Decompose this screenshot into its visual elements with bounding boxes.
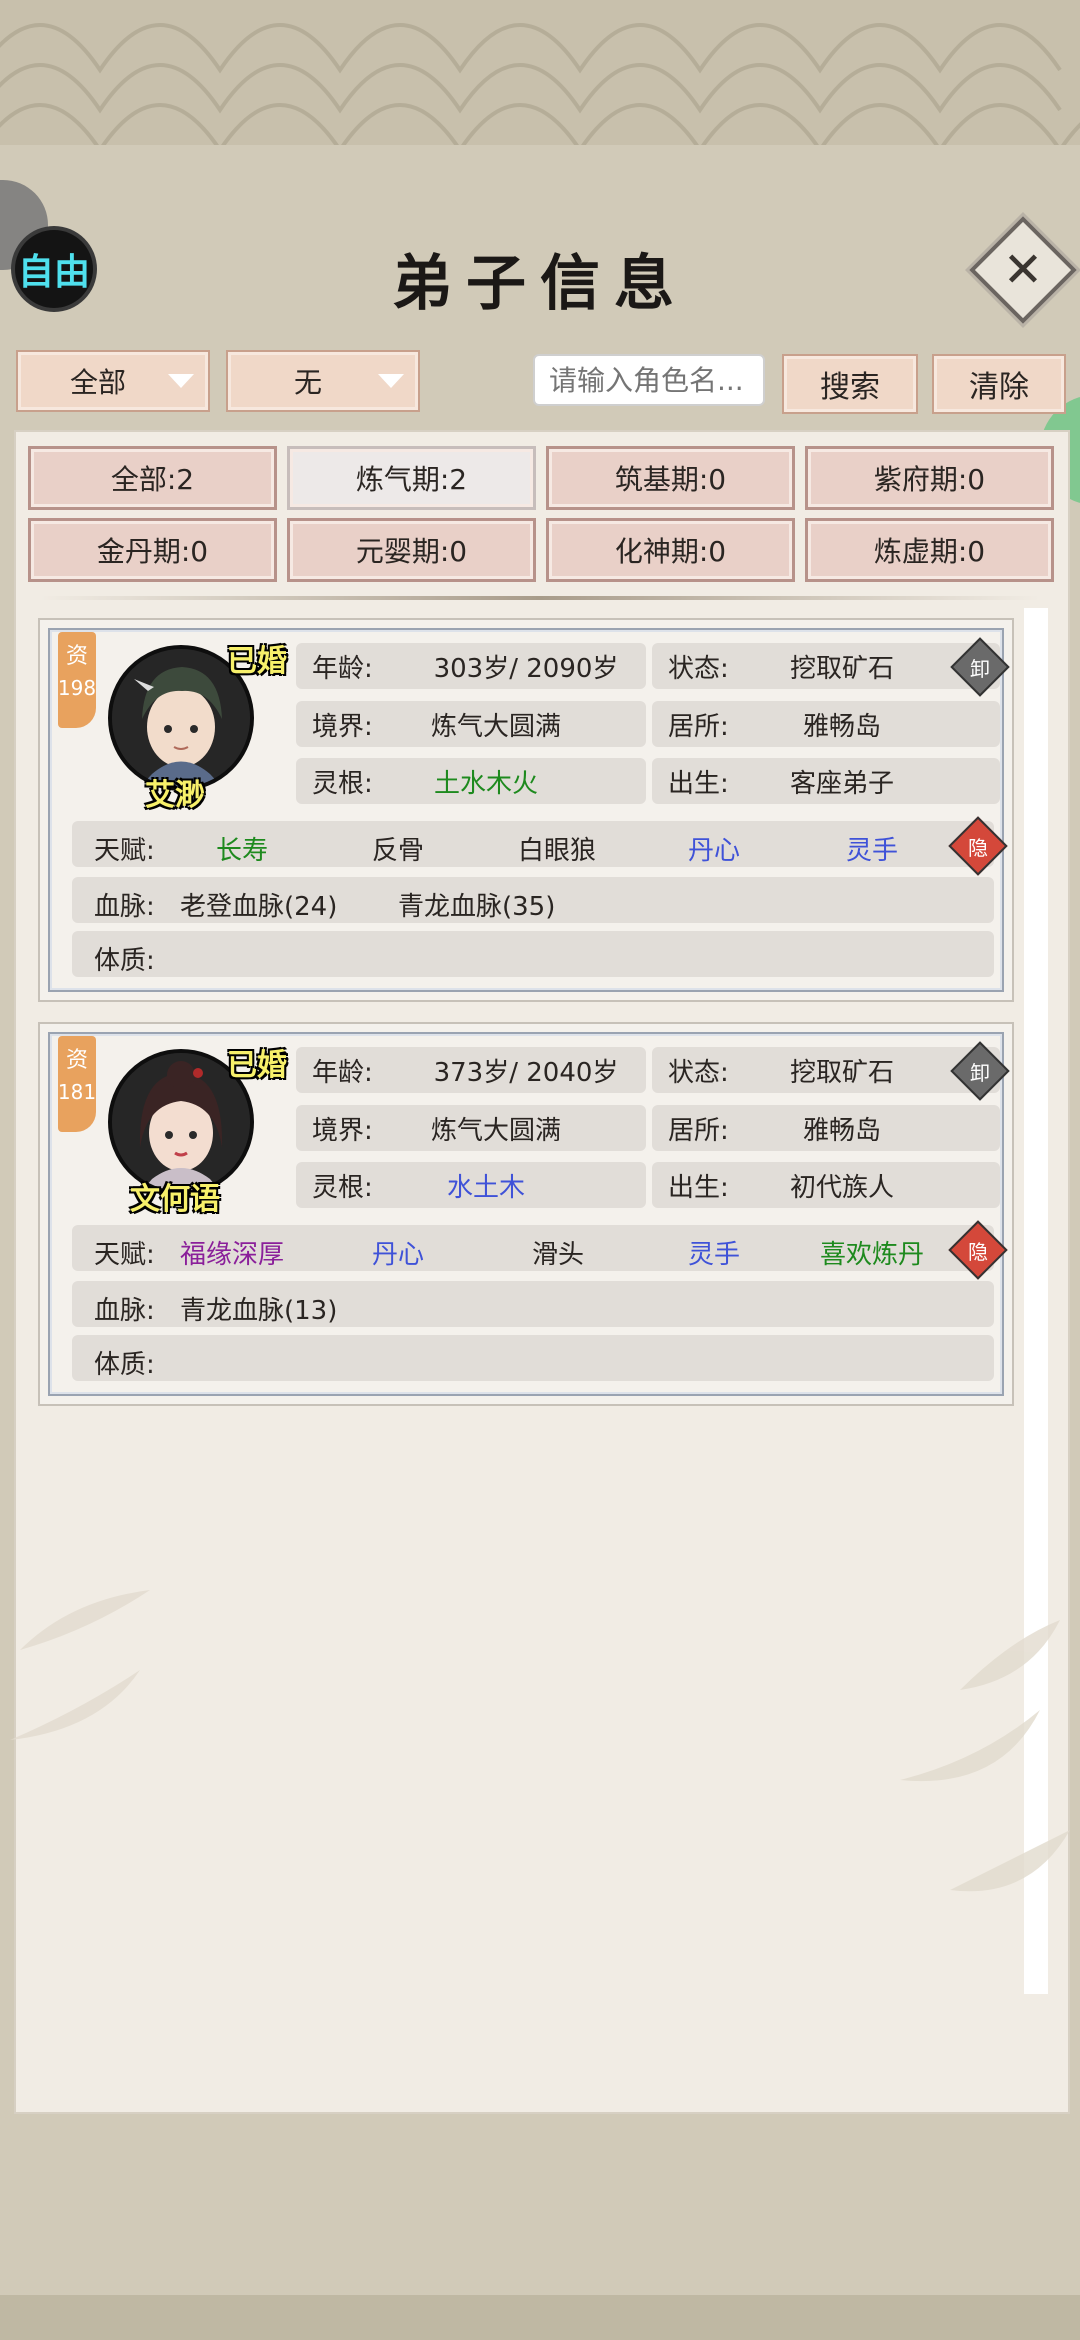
state-key: 状态: bbox=[668, 1057, 729, 1088]
secondary-dropdown[interactable]: 无 bbox=[226, 350, 420, 412]
state-field: 状态: 挖取矿石 bbox=[652, 643, 1000, 689]
age-value: 373岁/ 2040岁 bbox=[433, 1057, 619, 1088]
bloodline-key: 血脉: bbox=[94, 892, 155, 922]
residence-key: 居所: bbox=[668, 1115, 729, 1146]
age-key: 年龄: bbox=[312, 1057, 373, 1088]
talents-row: 天赋: 福缘深厚 丹心 滑头 灵手 喜欢炼丹 bbox=[72, 1225, 994, 1271]
talent-item: 反骨 bbox=[372, 836, 425, 866]
realm-field: 境界: 炼气大圆满 bbox=[296, 1105, 646, 1151]
bamboo-decoration bbox=[10, 1590, 1070, 1892]
spirit-root-value: 水土木 bbox=[446, 1172, 525, 1203]
spirit-root-field: 灵根: 水土木 bbox=[296, 1162, 646, 1208]
origin-field: 出生: 初代族人 bbox=[652, 1162, 1000, 1208]
residence-key: 居所: bbox=[668, 711, 729, 742]
spirit-root-key: 灵根: bbox=[312, 1172, 373, 1203]
origin-key: 出生: bbox=[668, 1172, 729, 1203]
bloodline-item: 青龙血脉(13) bbox=[180, 1296, 338, 1326]
aptitude-label: 资 bbox=[65, 1048, 88, 1073]
aptitude-value: 181 bbox=[57, 1080, 97, 1104]
age-key: 年龄: bbox=[312, 653, 373, 684]
state-value: 挖取矿石 bbox=[789, 1057, 894, 1088]
disciple-name: 文何语 bbox=[130, 1182, 220, 1217]
residence-field: 居所: 雅畅岛 bbox=[652, 701, 1000, 747]
marital-status: 已婚 bbox=[227, 1048, 287, 1083]
talents-row: 天赋: 长寿 反骨 白眼狼 丹心 灵手 bbox=[72, 821, 994, 867]
bloodline-item: 老登血脉(24) bbox=[180, 892, 338, 922]
spirit-root-field: 灵根: 土水木火 bbox=[296, 758, 646, 804]
marital-status: 已婚 bbox=[227, 644, 287, 679]
state-field: 状态: 挖取矿石 bbox=[652, 1047, 1000, 1093]
spirit-root-key: 灵根: bbox=[312, 768, 373, 799]
realm-key: 境界: bbox=[312, 711, 373, 742]
aptitude-value: 198 bbox=[57, 676, 97, 700]
hide-label: 隐 bbox=[968, 1239, 988, 1264]
residence-value: 雅畅岛 bbox=[802, 711, 881, 742]
realm-key: 境界: bbox=[312, 1115, 373, 1146]
talent-item: 灵手 bbox=[846, 836, 899, 866]
aptitude-label: 资 bbox=[65, 644, 88, 669]
constitution-row: 体质: bbox=[72, 931, 994, 977]
talents-key: 天赋: bbox=[94, 1240, 155, 1270]
filter-yuanying[interactable]: 元婴期:0 bbox=[287, 518, 536, 582]
chevron-down-icon bbox=[168, 374, 194, 388]
filter-all[interactable]: 全部:2 bbox=[28, 446, 277, 510]
talent-item: 白眼狼 bbox=[518, 836, 597, 866]
state-key: 状态: bbox=[668, 653, 729, 684]
talent-item: 灵手 bbox=[688, 1240, 741, 1270]
bloodline-row: 血脉: 青龙血脉(13) bbox=[72, 1281, 994, 1327]
aptitude-badge: 资 198 bbox=[58, 632, 96, 728]
unload-label: 卸 bbox=[970, 656, 990, 681]
age-field: 年龄: 373岁/ 2040岁 bbox=[296, 1047, 646, 1093]
realm-field: 境界: 炼气大圆满 bbox=[296, 701, 646, 747]
filter-lianqi[interactable]: 炼气期:2 bbox=[287, 446, 536, 510]
divider bbox=[40, 596, 1040, 600]
bloodline-row: 血脉: 老登血脉(24) 青龙血脉(35) bbox=[72, 877, 994, 923]
close-icon: ✕ bbox=[1002, 242, 1044, 298]
filter-jindan[interactable]: 金丹期:0 bbox=[28, 518, 277, 582]
origin-value: 客座弟子 bbox=[789, 768, 894, 799]
filter-zifu[interactable]: 紫府期:0 bbox=[805, 446, 1054, 510]
origin-value: 初代族人 bbox=[789, 1172, 894, 1203]
talent-item: 丹心 bbox=[372, 1240, 425, 1270]
state-value: 挖取矿石 bbox=[789, 653, 894, 684]
disciple-card[interactable]: 资 181 已婚 文何语 年龄: 373岁/ 2040岁 状态: 挖取矿石 卸 … bbox=[38, 1022, 1014, 1406]
spirit-root-value: 土水木火 bbox=[433, 768, 538, 799]
realm-value: 炼气大圆满 bbox=[430, 711, 561, 742]
bloodline-key: 血脉: bbox=[94, 1296, 155, 1326]
header-background bbox=[0, 0, 1080, 150]
residence-value: 雅畅岛 bbox=[802, 1115, 881, 1146]
aptitude-badge: 资 181 bbox=[58, 1036, 96, 1132]
bloodline-item: 青龙血脉(35) bbox=[398, 892, 556, 922]
hide-label: 隐 bbox=[968, 835, 988, 860]
chevron-down-icon bbox=[378, 374, 404, 388]
talent-item: 滑头 bbox=[532, 1240, 585, 1270]
age-value: 303岁/ 2090岁 bbox=[433, 653, 619, 684]
talent-item: 喜欢炼丹 bbox=[820, 1240, 925, 1270]
talents-key: 天赋: bbox=[94, 836, 155, 866]
unload-label: 卸 bbox=[970, 1060, 990, 1085]
constitution-row: 体质: bbox=[72, 1335, 994, 1381]
origin-field: 出生: 客座弟子 bbox=[652, 758, 1000, 804]
page-title: 弟子信息 bbox=[392, 249, 688, 319]
disciple-card[interactable]: 资 198 已婚 艾渺 年龄: 303岁/ 2090岁 状态: 挖取矿石 卸 境… bbox=[38, 618, 1014, 1002]
talent-item: 福缘深厚 bbox=[180, 1240, 285, 1270]
age-field: 年龄: 303岁/ 2090岁 bbox=[296, 643, 646, 689]
residence-field: 居所: 雅畅岛 bbox=[652, 1105, 1000, 1151]
footer-background bbox=[0, 2295, 1080, 2340]
talent-item: 丹心 bbox=[688, 836, 741, 866]
clear-button[interactable]: 清除 bbox=[932, 354, 1066, 414]
filter-zhuji[interactable]: 筑基期:0 bbox=[546, 446, 795, 510]
filter-huashen[interactable]: 化神期:0 bbox=[546, 518, 795, 582]
realm-value: 炼气大圆满 bbox=[430, 1115, 561, 1146]
search-button[interactable]: 搜索 bbox=[782, 354, 918, 414]
talent-item: 长寿 bbox=[216, 836, 269, 866]
constitution-key: 体质: bbox=[94, 1350, 155, 1380]
filter-lianxu[interactable]: 炼虚期:0 bbox=[805, 518, 1054, 582]
category-dropdown[interactable]: 全部 bbox=[16, 350, 210, 412]
disciple-name: 艾渺 bbox=[145, 778, 205, 813]
search-input[interactable] bbox=[533, 354, 765, 406]
origin-key: 出生: bbox=[668, 768, 729, 799]
constitution-key: 体质: bbox=[94, 946, 155, 976]
